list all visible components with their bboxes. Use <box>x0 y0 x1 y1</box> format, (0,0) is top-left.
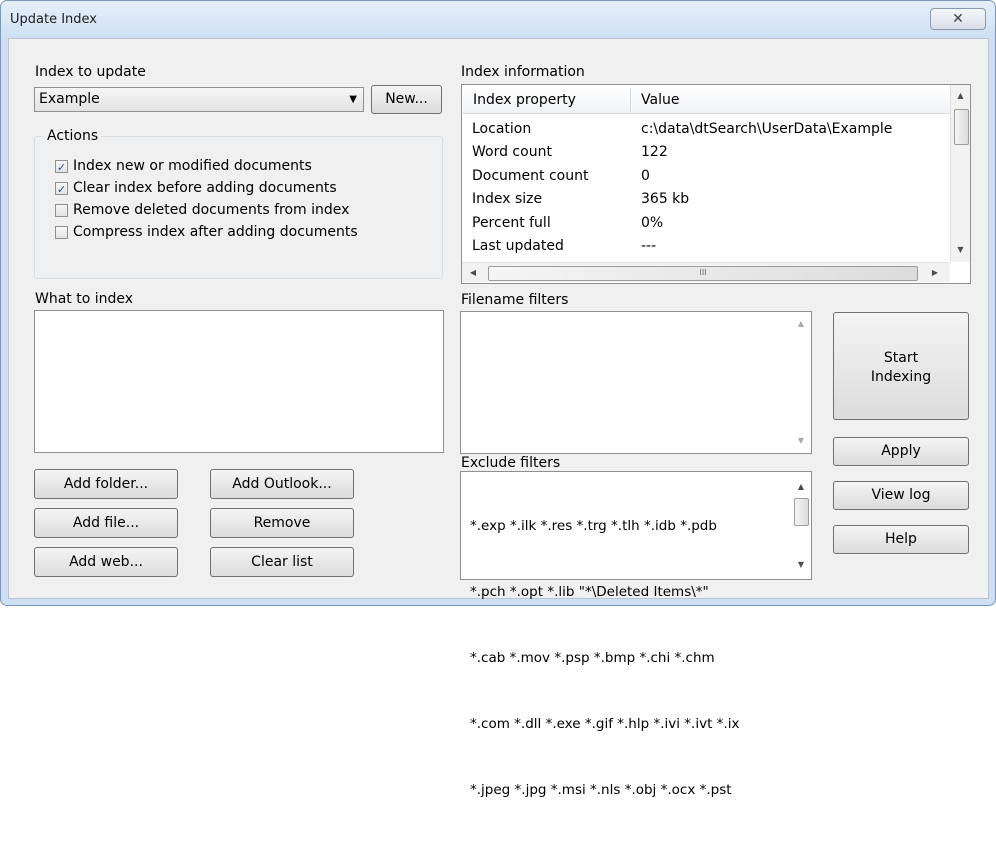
add-folder-button[interactable]: Add folder... <box>34 469 178 499</box>
table-row[interactable]: Index size 365 kb <box>462 188 932 211</box>
row-property: Word count <box>472 144 552 160</box>
row-property: Location <box>472 121 532 137</box>
chevron-down-icon: ▼ <box>349 94 357 105</box>
checkbox-label: Clear index before adding documents <box>73 180 337 196</box>
checkbox-box[interactable] <box>55 225 68 239</box>
table-row[interactable]: Word count 122 <box>462 141 932 164</box>
what-to-index-list[interactable] <box>34 310 444 453</box>
filename-filters-label: Filename filters <box>461 292 569 308</box>
checkbox-remove-deleted[interactable]: Remove deleted documents from index <box>55 199 358 221</box>
window-title: Update Index <box>10 12 98 27</box>
remove-button[interactable]: Remove <box>210 508 354 538</box>
row-property: Percent full <box>472 215 551 231</box>
listview-header: Index property Value <box>463 86 950 114</box>
checkbox-index-new-modified[interactable]: ✓ Index new or modified documents <box>55 155 358 177</box>
exclude-filter-line: *.exp *.ilk *.res *.trg *.tlh *.idb *.pd… <box>470 518 717 534</box>
exclude-filter-line: *.cab *.mov *.psp *.bmp *.chi *.chm <box>470 650 715 666</box>
checkbox-label: Remove deleted documents from index <box>73 202 350 218</box>
index-to-update-label: Index to update <box>35 64 146 80</box>
checkbox-label: Compress index after adding documents <box>73 224 358 240</box>
horizontal-scrollbar[interactable]: ◀ III ▶ <box>462 262 950 282</box>
row-value: 0% <box>641 215 664 231</box>
row-value: 0 <box>641 168 650 184</box>
index-select-value: Example <box>39 91 100 107</box>
start-indexing-label-line1: Start <box>883 350 919 366</box>
row-property: Index size <box>472 191 543 207</box>
index-information-listview[interactable]: Index property Value Location c:\data\dt… <box>461 84 971 284</box>
checkbox-compress-index[interactable]: Compress index after adding documents <box>55 221 358 243</box>
actions-list: ✓ Index new or modified documents ✓ Clea… <box>55 155 358 243</box>
close-button[interactable]: ✕ <box>930 8 986 30</box>
table-row[interactable]: Document count 0 <box>462 165 932 188</box>
add-file-button[interactable]: Add file... <box>34 508 178 538</box>
add-web-button[interactable]: Add web... <box>34 547 178 577</box>
scroll-down-icon[interactable]: ▼ <box>791 556 811 573</box>
apply-button[interactable]: Apply <box>833 437 969 466</box>
checkbox-clear-index[interactable]: ✓ Clear index before adding documents <box>55 177 358 199</box>
exclude-filter-line: *.pch *.opt *.lib "*\Deleted Items\*" <box>470 584 709 600</box>
row-property: Last updated <box>472 238 564 254</box>
row-property: Document count <box>472 168 589 184</box>
start-indexing-label-line2: Indexing <box>870 369 932 385</box>
row-value: --- <box>641 238 657 254</box>
index-select[interactable]: Example ▼ <box>34 87 364 112</box>
row-value: c:\data\dtSearch\UserData\Example <box>641 121 893 137</box>
exclude-filters-textarea[interactable]: *.exp *.ilk *.res *.trg *.tlh *.idb *.pd… <box>460 471 812 798</box>
title-bar <box>1 1 995 37</box>
checkbox-label: Index new or modified documents <box>73 158 312 174</box>
exclude-filter-line: *.com *.dll *.exe *.gif *.hlp *.ivi *.iv… <box>470 716 740 732</box>
exclude-filters-label: Exclude filters <box>461 455 561 471</box>
checkmark-icon: ✓ <box>56 182 67 196</box>
new-index-button[interactable]: New... <box>371 85 442 114</box>
what-to-index-label: What to index <box>35 291 134 307</box>
row-value: 122 <box>641 144 668 160</box>
scrollbar-thumb[interactable] <box>794 498 809 526</box>
checkbox-box[interactable]: ✓ <box>55 181 68 196</box>
checkmark-icon: ✓ <box>56 160 67 174</box>
scroll-right-icon[interactable]: ▶ <box>928 264 942 281</box>
actions-group-label: Actions <box>44 128 102 144</box>
table-row[interactable]: Location c:\data\dtSearch\UserData\Examp… <box>462 118 932 141</box>
clear-list-button[interactable]: Clear list <box>210 547 354 577</box>
filename-filters-textarea[interactable]: ▲ ▼ <box>460 311 812 454</box>
start-indexing-button[interactable]: Start Indexing <box>833 312 969 420</box>
scroll-down-icon[interactable]: ▼ <box>791 432 811 449</box>
column-divider[interactable] <box>630 88 631 112</box>
table-row[interactable]: Last updated --- <box>462 235 932 258</box>
add-outlook-button[interactable]: Add Outlook... <box>210 469 354 499</box>
scroll-up-icon[interactable]: ▲ <box>791 478 811 495</box>
view-log-button[interactable]: View log <box>833 481 969 510</box>
scroll-down-icon[interactable]: ▼ <box>951 241 970 258</box>
scroll-up-icon[interactable]: ▲ <box>951 87 970 104</box>
vertical-scrollbar[interactable]: ▲ ▼ <box>791 472 811 579</box>
exclude-filter-line: *.jpeg *.jpg *.msi *.nls *.obj *.ocx *.p… <box>470 782 732 798</box>
column-header-value[interactable]: Value <box>641 92 679 108</box>
vertical-scrollbar[interactable]: ▲ ▼ <box>791 312 811 453</box>
checkbox-box[interactable]: ✓ <box>55 159 68 174</box>
scrollbar-thumb[interactable] <box>954 109 969 145</box>
table-row[interactable]: Percent full 0% <box>462 212 932 235</box>
scrollbar-thumb[interactable]: III <box>488 266 918 281</box>
scroll-left-icon[interactable]: ◀ <box>466 264 480 281</box>
help-button[interactable]: Help <box>833 525 969 554</box>
scroll-up-icon[interactable]: ▲ <box>791 315 811 332</box>
index-information-label: Index information <box>461 64 585 80</box>
vertical-scrollbar[interactable]: ▲ ▼ <box>950 85 970 262</box>
exclude-filters-text: *.exp *.ilk *.res *.trg *.tlh *.idb *.pd… <box>470 471 739 845</box>
row-value: 365 kb <box>641 191 690 207</box>
close-icon: ✕ <box>952 11 964 27</box>
column-header-property[interactable]: Index property <box>473 92 576 108</box>
checkbox-box[interactable] <box>55 203 68 217</box>
